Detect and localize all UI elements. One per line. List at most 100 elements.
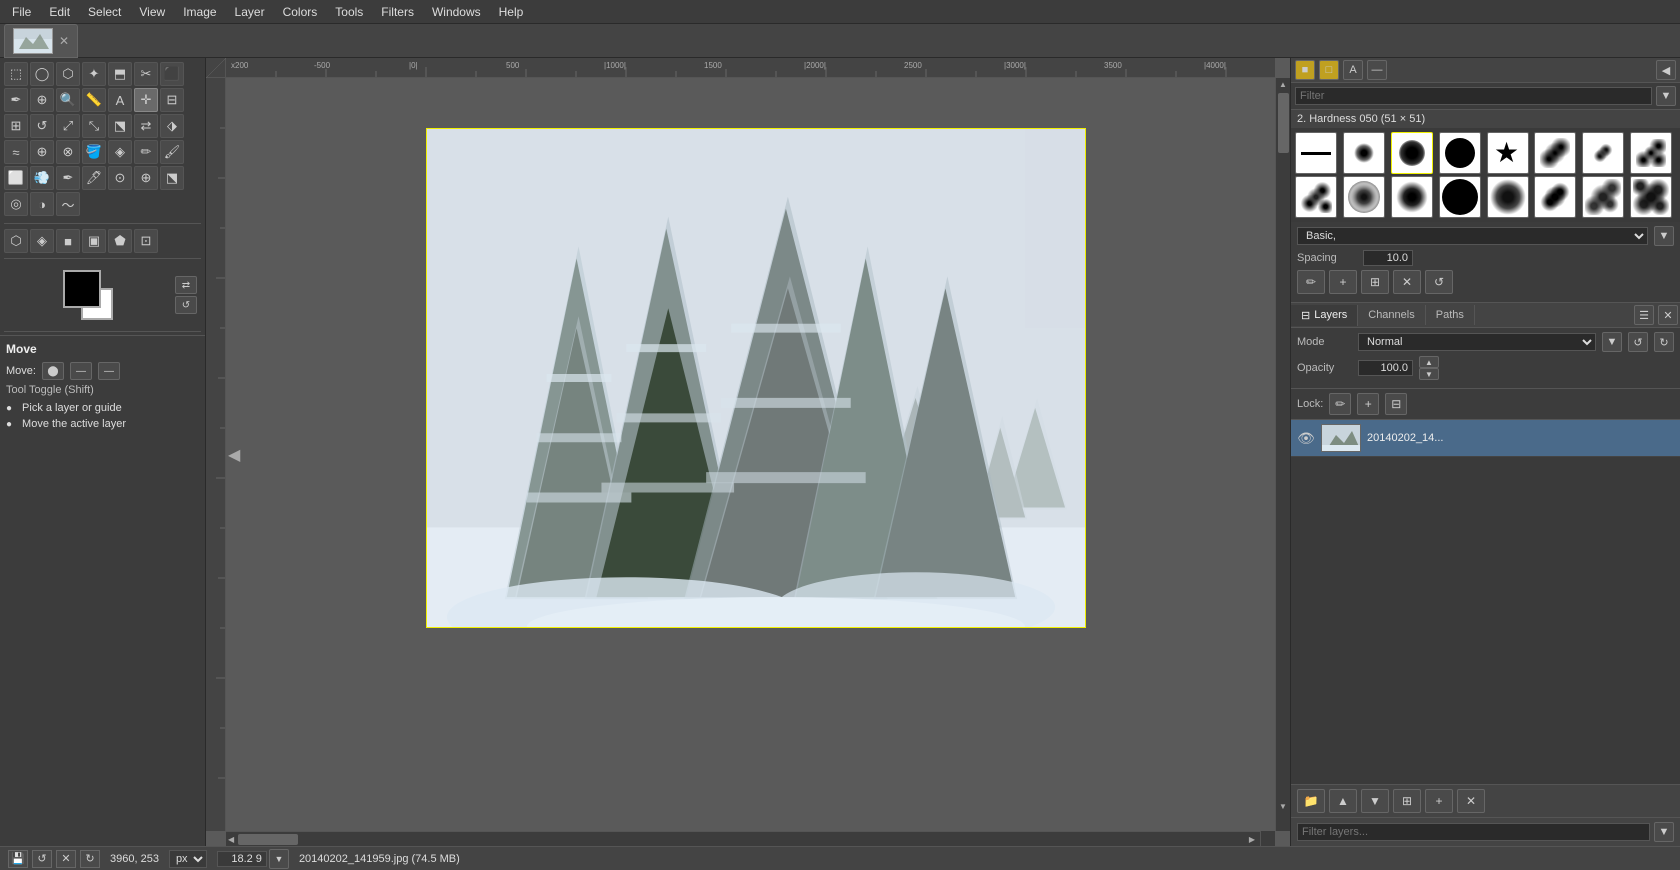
brush-filter-input[interactable] bbox=[1295, 87, 1652, 105]
move-option-btn2[interactable]: — bbox=[70, 362, 92, 380]
raise-layer-btn[interactable]: ▲ bbox=[1329, 789, 1357, 813]
tab-image[interactable]: ✕ bbox=[4, 24, 78, 58]
tool-mypaint[interactable]: 🖊 bbox=[82, 166, 106, 190]
opacity-input[interactable] bbox=[1358, 360, 1413, 376]
menu-view[interactable]: View bbox=[131, 3, 173, 21]
canvas-viewport[interactable]: ◀ bbox=[226, 78, 1275, 831]
tool-extra-3[interactable]: ■ bbox=[56, 229, 80, 253]
lock-alpha-btn[interactable]: ⊟ bbox=[1385, 393, 1407, 415]
brush-filter-dropdown[interactable]: ▼ bbox=[1656, 86, 1676, 106]
tool-flip[interactable]: ⇄ bbox=[134, 114, 158, 138]
brush-copy-btn[interactable]: ⊞ bbox=[1361, 270, 1389, 294]
scrollbar-horizontal[interactable]: ◀ ▶ bbox=[226, 831, 1275, 846]
brush-item-5[interactable]: ★ bbox=[1487, 132, 1529, 174]
lower-layer-btn[interactable]: ▼ bbox=[1361, 789, 1389, 813]
brush-item-13[interactable] bbox=[1487, 176, 1529, 218]
brush-item-9[interactable] bbox=[1295, 176, 1337, 218]
status-undo-btn[interactable]: ↺ bbox=[32, 850, 52, 868]
brush-item-16[interactable] bbox=[1630, 176, 1672, 218]
menu-windows[interactable]: Windows bbox=[424, 3, 489, 21]
scroll-left-arrow[interactable]: ◀ bbox=[226, 833, 236, 846]
opacity-up-btn[interactable]: ▲ bbox=[1419, 356, 1439, 368]
tool-scale[interactable]: ⤢ bbox=[56, 114, 80, 138]
status-close-btn[interactable]: ✕ bbox=[56, 850, 76, 868]
panel-icon-dash[interactable]: — bbox=[1367, 60, 1387, 80]
lock-position-btn[interactable]: + bbox=[1357, 393, 1379, 415]
menu-file[interactable]: File bbox=[4, 3, 39, 21]
option2-text[interactable]: Move the active layer bbox=[22, 418, 126, 430]
tool-perspective[interactable]: ⬔ bbox=[108, 114, 132, 138]
tool-crop[interactable]: ⊞ bbox=[4, 114, 28, 138]
tool-dodge-burn[interactable]: ◑ bbox=[30, 192, 54, 216]
panel-icon-square[interactable]: ■ bbox=[1295, 60, 1315, 80]
panel-collapse-button[interactable]: ◀ bbox=[1656, 60, 1676, 80]
tool-heal[interactable]: ⊕ bbox=[134, 166, 158, 190]
tool-rect-select[interactable]: ⬚ bbox=[4, 62, 28, 86]
brush-preset-dropdown-btn[interactable]: ▼ bbox=[1654, 226, 1674, 246]
menu-help[interactable]: Help bbox=[491, 3, 532, 21]
tool-measure[interactable]: 📏 bbox=[82, 88, 106, 112]
option1-text[interactable]: Pick a layer or guide bbox=[22, 402, 122, 414]
menu-edit[interactable]: Edit bbox=[41, 3, 78, 21]
tool-text[interactable]: A bbox=[108, 88, 132, 112]
mode-undo-btn[interactable]: ↺ bbox=[1628, 332, 1648, 352]
tool-blur[interactable]: ◎ bbox=[4, 192, 28, 216]
tool-fuzzy-select[interactable]: ✦ bbox=[82, 62, 106, 86]
scroll-thumb-v[interactable] bbox=[1278, 93, 1289, 153]
layers-panel-menu[interactable]: ☰ bbox=[1634, 305, 1654, 325]
tool-pencil[interactable]: ✏ bbox=[134, 140, 158, 164]
statusbar-unit-select[interactable]: px bbox=[169, 850, 207, 868]
tool-paths[interactable]: ✒ bbox=[4, 88, 28, 112]
tool-extra-4[interactable]: ▣ bbox=[82, 229, 106, 253]
tool-zoom[interactable]: 🔍 bbox=[56, 88, 80, 112]
menu-filters[interactable]: Filters bbox=[373, 3, 422, 21]
scroll-down-arrow[interactable]: ▼ bbox=[1277, 800, 1289, 813]
tool-clone[interactable]: ⊙ bbox=[108, 166, 132, 190]
tool-ink[interactable]: ✒ bbox=[56, 166, 80, 190]
layers-search-dropdown[interactable]: ▼ bbox=[1654, 822, 1674, 842]
status-reload-btn[interactable]: ↻ bbox=[80, 850, 100, 868]
tool-paintbucket[interactable]: 🪣 bbox=[82, 140, 106, 164]
tool-eraser[interactable]: ⬜ bbox=[4, 166, 28, 190]
brush-preset-select[interactable]: Basic, bbox=[1297, 227, 1648, 245]
tab-close-button[interactable]: ✕ bbox=[59, 34, 69, 48]
tool-cage[interactable]: ⬗ bbox=[160, 114, 184, 138]
reset-colors-button[interactable]: ↺ bbox=[175, 296, 197, 314]
statusbar-zoom-dropdown[interactable]: ▼ bbox=[269, 849, 289, 869]
menu-select[interactable]: Select bbox=[80, 3, 129, 21]
tool-extra-2[interactable]: ◈ bbox=[30, 229, 54, 253]
brush-new-btn[interactable]: + bbox=[1329, 270, 1357, 294]
brush-item-4[interactable] bbox=[1439, 132, 1481, 174]
brush-item-7[interactable] bbox=[1582, 132, 1624, 174]
nav-left-arrow[interactable]: ◀ bbox=[228, 445, 240, 465]
move-option-btn1[interactable]: ⬤ bbox=[42, 362, 64, 380]
tool-unified-transform[interactable]: ⊕ bbox=[30, 140, 54, 164]
tool-extra-1[interactable]: ⬡ bbox=[4, 229, 28, 253]
menu-colors[interactable]: Colors bbox=[275, 3, 326, 21]
lock-pixels-btn[interactable]: ✏ bbox=[1329, 393, 1351, 415]
swap-colors-button[interactable]: ⇄ bbox=[175, 276, 197, 294]
tool-foreground-select[interactable]: ⬛ bbox=[160, 62, 184, 86]
tool-move[interactable]: ✛ bbox=[134, 88, 158, 112]
mode-dropdown-btn[interactable]: ▼ bbox=[1602, 332, 1622, 352]
tab-paths[interactable]: Paths bbox=[1426, 305, 1475, 325]
tool-airbrush[interactable]: 💨 bbox=[30, 166, 54, 190]
tool-select-by-color[interactable]: ⬒ bbox=[108, 62, 132, 86]
tool-color-picker[interactable]: ⊕ bbox=[30, 88, 54, 112]
scroll-up-arrow[interactable]: ▲ bbox=[1277, 78, 1289, 91]
tool-perspective-clone[interactable]: ⬔ bbox=[160, 166, 184, 190]
menu-image[interactable]: Image bbox=[175, 3, 224, 21]
brush-item-6[interactable] bbox=[1534, 132, 1576, 174]
scrollbar-vertical[interactable]: ▲ ▼ bbox=[1275, 78, 1290, 831]
brush-item-12[interactable] bbox=[1439, 176, 1481, 218]
scroll-thumb-h[interactable] bbox=[238, 834, 298, 845]
tool-scissors[interactable]: ✂ bbox=[134, 62, 158, 86]
status-save-btn[interactable]: 💾 bbox=[8, 850, 28, 868]
brush-item-11[interactable] bbox=[1391, 176, 1433, 218]
tool-ellipse-select[interactable]: ◯ bbox=[30, 62, 54, 86]
brush-item-15[interactable] bbox=[1582, 176, 1624, 218]
tool-warp[interactable]: ≈ bbox=[4, 140, 28, 164]
color-indicator[interactable] bbox=[63, 270, 113, 320]
tool-align[interactable]: ⊟ bbox=[160, 88, 184, 112]
brush-edit-btn[interactable]: ✏ bbox=[1297, 270, 1325, 294]
